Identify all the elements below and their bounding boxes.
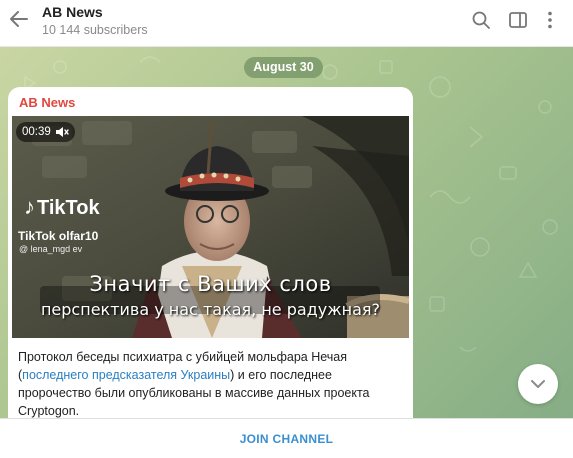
back-arrow-icon[interactable] [8, 8, 30, 30]
more-menu-icon[interactable] [540, 10, 560, 30]
channel-title[interactable]: AB News [42, 4, 103, 20]
chat-footer: JOIN CHANNEL [0, 418, 573, 458]
video-duration-badge: 00:39 [16, 122, 75, 142]
sidebar-toggle-icon[interactable] [508, 10, 528, 30]
tiktok-watermark-user: TikTok olfar10 [18, 229, 99, 243]
join-channel-button[interactable]: JOIN CHANNEL [0, 432, 573, 446]
chat-area[interactable]: August 30 AB News 00:39 ♪ TikTok TikTok … [0, 47, 573, 418]
search-icon[interactable] [471, 10, 491, 30]
video-subtitle-line-2: перспектива у нас такая, не радужная? [40, 300, 381, 319]
scroll-to-bottom-button[interactable] [518, 364, 558, 404]
message-link[interactable]: последнего предсказателя Украины [22, 368, 230, 382]
subscriber-count: 10 144 subscribers [42, 23, 148, 37]
video-subtitle-line-1: Значит с Ваших слов [89, 272, 332, 296]
chevron-down-icon [531, 380, 545, 388]
tiktok-watermark: ♪ TikTok [24, 194, 100, 219]
tiktok-watermark-handle: @ lena_mgd ev [19, 244, 83, 254]
message-sender[interactable]: AB News [19, 95, 75, 110]
mute-icon[interactable] [55, 126, 69, 138]
message-text: Протокол беседы психиатра с убийцей моль… [18, 350, 370, 418]
date-separator: August 30 [244, 57, 323, 78]
video-duration: 00:39 [22, 126, 51, 138]
tiktok-logo-icon: ♪ [24, 194, 35, 219]
message-bubble: AB News 00:39 ♪ TikTok TikTok olfar10 @ … [8, 87, 413, 418]
video-player[interactable]: 00:39 ♪ TikTok TikTok olfar10 @ lena_mgd … [12, 116, 409, 338]
chat-header: AB News 10 144 subscribers [0, 0, 573, 47]
